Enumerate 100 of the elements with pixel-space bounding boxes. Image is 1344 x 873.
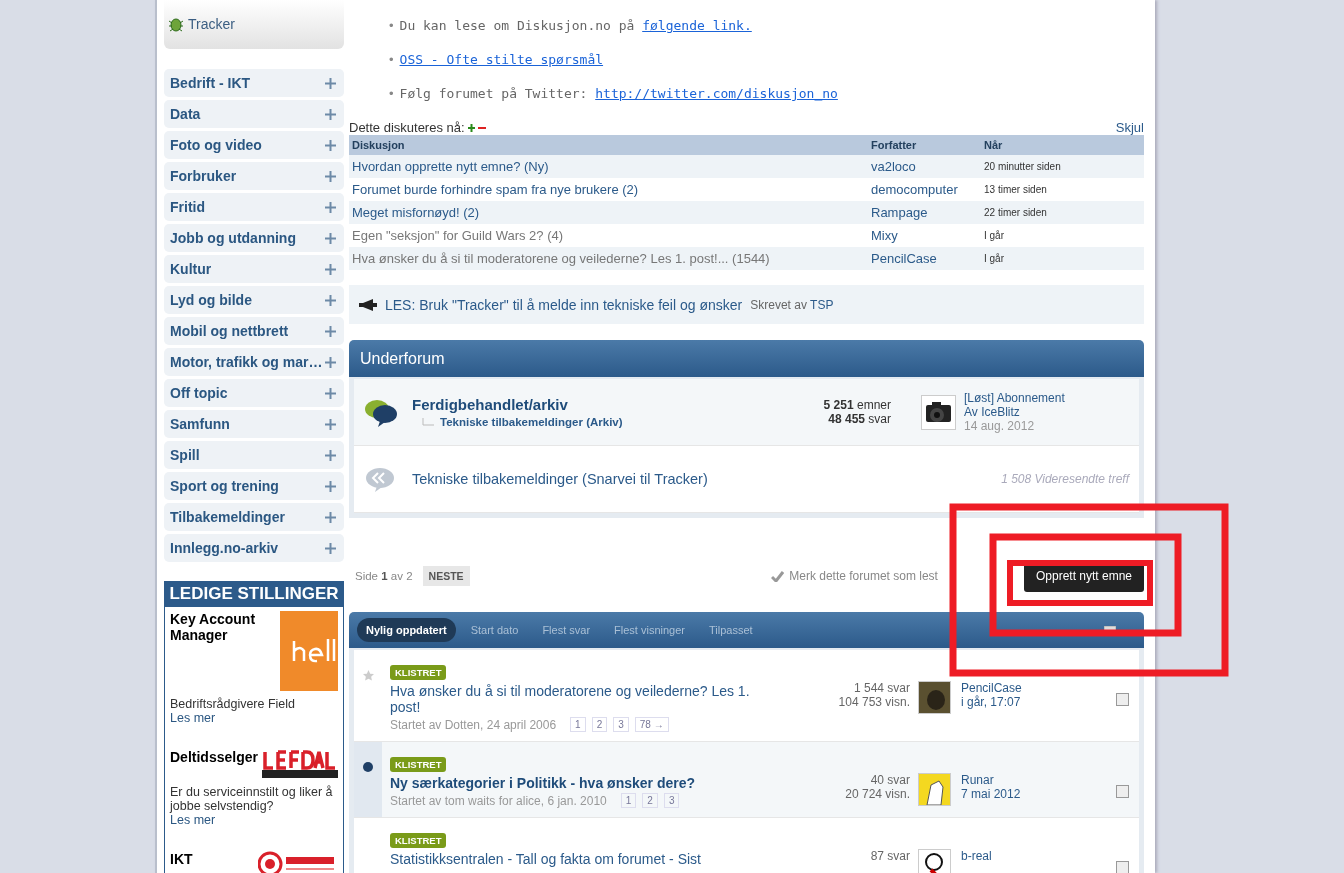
plus-icon[interactable]	[325, 263, 336, 275]
subforum-link[interactable]: Tekniske tilbakemeldinger (Arkiv)	[440, 416, 623, 428]
job-title[interactable]: IKT	[170, 851, 193, 873]
pinned-badge: KLISTRET	[390, 833, 447, 848]
megaphone-icon	[359, 298, 377, 311]
page-link[interactable]: 3	[663, 793, 680, 808]
checkbox[interactable]	[1116, 861, 1129, 873]
notice-link[interactable]: LES: Bruk "Tracker" til å melde inn tekniske feil og ønsker	[385, 296, 743, 313]
plus-icon[interactable]	[325, 294, 336, 306]
link[interactable]: OSS - Ofte stilte spørsmål	[399, 52, 604, 67]
category-item[interactable]: Lyd og bilde	[164, 286, 344, 314]
plus-icon[interactable]	[325, 325, 336, 337]
date-text: 14 aug. 2012	[964, 419, 1036, 433]
category-item[interactable]: Fritid	[164, 193, 344, 221]
reply-count: 40 svar	[870, 773, 910, 787]
category-item[interactable]: Innlegg.no-arkiv	[164, 534, 344, 562]
checkbox[interactable]	[1116, 693, 1129, 706]
author-link[interactable]: PencilCase	[868, 247, 981, 270]
discussion-link[interactable]: Forumet burde forhindre spam fra nye brukere (2)	[352, 182, 639, 197]
reply-count: 1 544 svar	[853, 681, 910, 695]
plus-icon[interactable]	[325, 542, 336, 554]
author-link[interactable]: va2loco	[868, 155, 981, 178]
topic-link[interactable]: Hva ønsker du å si til moderatorene og veilederne? Les 1. post!	[390, 683, 770, 715]
tracker-link[interactable]: Tracker	[188, 16, 235, 32]
checkbox[interactable]	[1116, 785, 1129, 798]
category-item[interactable]: Samfunn	[164, 410, 344, 438]
column-header: Forfatter	[868, 135, 981, 155]
category-item[interactable]: Sport og trening	[164, 472, 344, 500]
category-item[interactable]: Motor, trafikk og mar…	[164, 348, 344, 376]
plus-icon[interactable]	[325, 356, 336, 368]
sort-tab[interactable]: Nylig oppdatert	[357, 618, 456, 642]
view-count: 104 753 visn.	[838, 695, 910, 709]
last-post-link[interactable]: [Løst] Abonnement	[964, 391, 1129, 405]
topic-link[interactable]: Statistikksentralen - Tall og fakta om forumet - Sist	[390, 851, 770, 867]
mark-read-link[interactable]: Merk dette forumet som lest	[771, 569, 938, 583]
plus-icon[interactable]	[325, 77, 336, 89]
read-more-link[interactable]: Les mer	[170, 813, 338, 827]
author-link[interactable]: b-real	[961, 849, 1116, 863]
plus-icon[interactable]	[325, 418, 336, 430]
time-text: 20 minutter siden	[981, 155, 1144, 178]
column-header: Når	[981, 135, 1144, 155]
page-link[interactable]: 3	[613, 717, 629, 732]
job-title[interactable]: Key Account Manager	[170, 611, 277, 691]
link[interactable]: følgende link.	[642, 18, 752, 33]
category-item[interactable]: Spill	[164, 441, 344, 469]
time-text: I går	[981, 247, 1144, 270]
plus-icon[interactable]	[325, 232, 336, 244]
hide-link[interactable]: Skjul	[1115, 120, 1144, 135]
page-link[interactable]: 2	[591, 717, 608, 732]
plus-icon[interactable]	[325, 511, 336, 523]
author-link[interactable]: Rampage	[868, 201, 981, 224]
category-item[interactable]: Forbruker	[164, 162, 344, 190]
category-item[interactable]: Off topic	[164, 379, 344, 407]
time-text: 13 timer siden	[981, 178, 1144, 201]
author-link[interactable]: Runar	[961, 773, 1116, 787]
redirect-count: 1 508 Videresendte treff	[1001, 472, 1129, 486]
job-title[interactable]: Deltidsselger	[170, 749, 258, 779]
category-item[interactable]: Tilbakemeldinger	[164, 503, 344, 531]
category-item[interactable]: Bedrift - IKT	[164, 69, 344, 97]
plus-icon[interactable]	[325, 201, 336, 213]
topic-link[interactable]: Ny særkategorier i Politikk - hva ønsker dere?	[390, 775, 770, 791]
category-item[interactable]: Data	[164, 100, 344, 128]
page-link[interactable]: 78 →	[634, 717, 669, 732]
next-button[interactable]: NESTE	[422, 566, 470, 586]
link[interactable]: http://twitter.com/diskusjon_no	[595, 86, 838, 101]
star-icon[interactable]	[362, 670, 374, 681]
date-text: 7 mai 2012	[961, 787, 1022, 801]
author-link[interactable]: democomputer	[868, 178, 981, 201]
plus-icon[interactable]	[325, 108, 336, 120]
category-item[interactable]: Kultur	[164, 255, 344, 283]
category-item[interactable]: Foto og video	[164, 131, 344, 159]
discussion-link[interactable]: Egen "seksjon" for Guild Wars 2? (4)	[352, 228, 564, 243]
forum-link[interactable]: Tekniske tilbakemeldinger (Snarvei til Tracker)	[412, 471, 708, 487]
page-link[interactable]: 1	[620, 793, 637, 808]
discussion-link[interactable]: Meget misfornøyd! (2)	[352, 205, 480, 220]
author-link[interactable]: PencilCase	[961, 681, 1116, 695]
read-more-link[interactable]: Les mer	[170, 711, 338, 725]
bullet: •	[389, 86, 394, 101]
plus-icon[interactable]	[325, 387, 336, 399]
expand-collapse-icon[interactable]	[467, 123, 486, 132]
unread-dot-icon	[363, 762, 373, 772]
page-indicator: Side 1 av 2	[355, 570, 413, 582]
category-item[interactable]: Jobb og utdanning	[164, 224, 344, 252]
plus-icon[interactable]	[325, 139, 336, 151]
job-description: Bedriftsrådgivere Field	[170, 697, 297, 711]
forum-link[interactable]: Ferdigbehandlet/arkiv	[412, 396, 771, 413]
info-text: Følg forumet på Twitter: http://twitter.com/diskusjon_no	[399, 86, 838, 101]
plus-icon[interactable]	[325, 170, 336, 182]
avatar-icon	[918, 773, 951, 806]
page-link[interactable]: 2	[642, 793, 658, 808]
author-link[interactable]: Mixy	[868, 224, 981, 247]
category-item[interactable]: Mobil og nettbrett	[164, 317, 344, 345]
tree-branch-icon	[422, 418, 434, 426]
section-label: Dette diskuteres nå:	[349, 120, 465, 135]
plus-icon[interactable]	[325, 449, 336, 461]
avatar-icon	[918, 681, 951, 714]
started-by-text: Startet av tom waits for alice, 6 jan. 2010	[390, 793, 607, 808]
reply-count: 87 svar	[870, 849, 910, 863]
plus-icon[interactable]	[325, 480, 336, 492]
page-link[interactable]: 1	[570, 717, 586, 732]
